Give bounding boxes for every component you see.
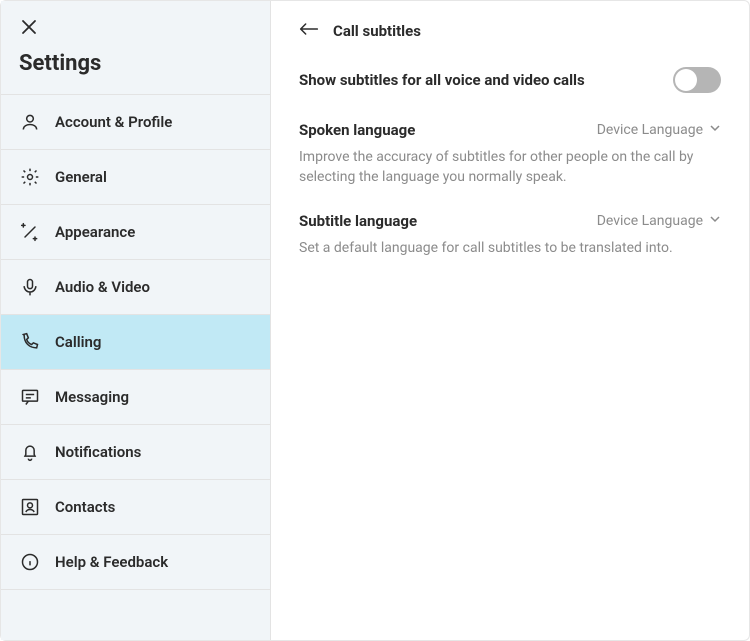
chevron-down-icon: [709, 122, 721, 138]
info-icon: [19, 551, 41, 573]
sidebar-header: Settings: [1, 1, 270, 94]
close-icon: [21, 19, 37, 39]
settings-sidebar: Settings Account & Profile General Appea…: [1, 1, 271, 640]
close-button[interactable]: [19, 19, 39, 39]
gear-icon: [19, 166, 41, 188]
subtitles-toggle[interactable]: [673, 67, 721, 93]
sidebar-item-label: Calling: [55, 333, 101, 351]
sidebar-item-account[interactable]: Account & Profile: [1, 94, 270, 149]
sidebar-item-label: Account & Profile: [55, 113, 172, 131]
subtitle-language-select[interactable]: Device Language: [597, 213, 721, 229]
sidebar-item-help[interactable]: Help & Feedback: [1, 534, 270, 590]
back-button[interactable]: [299, 21, 319, 41]
subtitle-language-row: Subtitle language Device Language: [299, 212, 721, 230]
phone-icon: [19, 331, 41, 353]
subtitles-toggle-row: Show subtitles for all voice and video c…: [299, 67, 721, 93]
sidebar-item-label: Messaging: [55, 388, 129, 406]
bell-icon: [19, 441, 41, 463]
main-content: Call subtitles Show subtitles for all vo…: [271, 1, 749, 640]
page-title: Call subtitles: [333, 22, 421, 40]
spoken-language-select[interactable]: Device Language: [597, 122, 721, 138]
main-header: Call subtitles: [299, 21, 721, 41]
sidebar-item-label: General: [55, 168, 107, 186]
subtitle-language-section: Subtitle language Device Language Set a …: [299, 212, 721, 258]
sidebar-item-label: Appearance: [55, 223, 135, 241]
sidebar-item-general[interactable]: General: [1, 149, 270, 204]
contacts-icon: [19, 496, 41, 518]
sidebar-item-messaging[interactable]: Messaging: [1, 369, 270, 424]
sidebar-item-label: Notifications: [55, 443, 141, 461]
sidebar-title: Settings: [19, 51, 252, 88]
message-icon: [19, 386, 41, 408]
spoken-language-title: Spoken language: [299, 121, 415, 139]
sidebar-item-label: Audio & Video: [55, 278, 150, 296]
wand-icon: [19, 221, 41, 243]
spoken-language-row: Spoken language Device Language: [299, 121, 721, 139]
sidebar-item-audio-video[interactable]: Audio & Video: [1, 259, 270, 314]
arrow-left-icon: [299, 21, 319, 41]
sidebar-item-notifications[interactable]: Notifications: [1, 424, 270, 479]
sidebar-item-appearance[interactable]: Appearance: [1, 204, 270, 259]
sidebar-nav: Account & Profile General Appearance Aud…: [1, 94, 270, 590]
subtitle-language-value: Device Language: [597, 213, 703, 229]
spoken-language-desc: Improve the accuracy of subtitles for ot…: [299, 147, 721, 188]
spoken-language-section: Spoken language Device Language Improve …: [299, 121, 721, 188]
microphone-icon: [19, 276, 41, 298]
person-icon: [19, 111, 41, 133]
subtitle-language-title: Subtitle language: [299, 212, 417, 230]
spoken-language-value: Device Language: [597, 122, 703, 138]
sidebar-item-contacts[interactable]: Contacts: [1, 479, 270, 534]
chevron-down-icon: [709, 213, 721, 229]
sidebar-item-label: Help & Feedback: [55, 553, 168, 571]
subtitles-toggle-label: Show subtitles for all voice and video c…: [299, 71, 585, 89]
subtitle-language-desc: Set a default language for call subtitle…: [299, 238, 721, 258]
sidebar-item-label: Contacts: [55, 498, 115, 516]
sidebar-item-calling[interactable]: Calling: [1, 314, 270, 369]
